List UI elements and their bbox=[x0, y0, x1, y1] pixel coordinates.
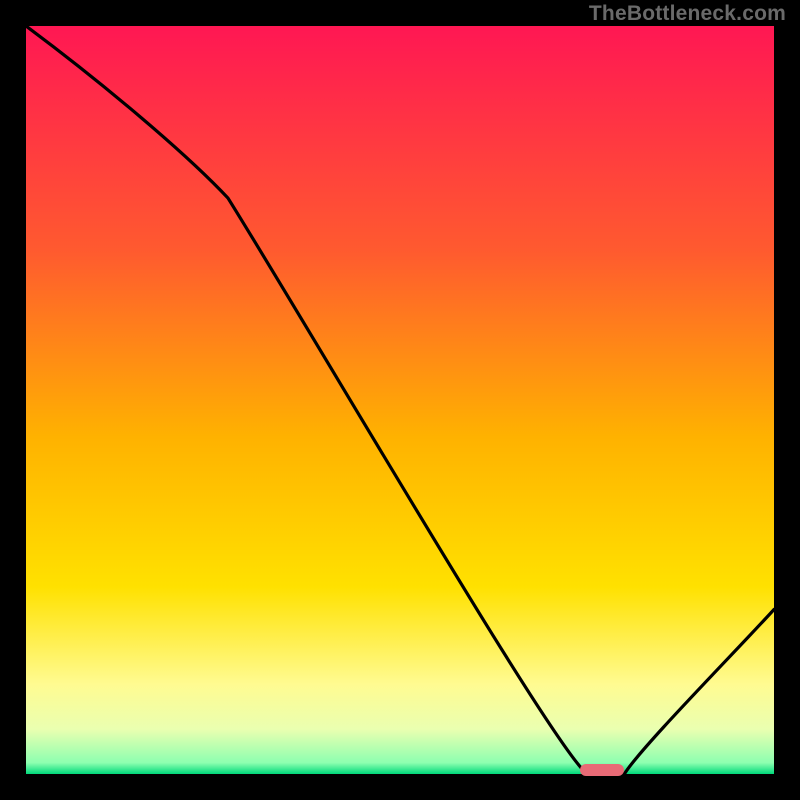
chart-container: TheBottleneck.com bbox=[0, 0, 800, 800]
chart-svg bbox=[26, 26, 774, 774]
watermark-text: TheBottleneck.com bbox=[589, 2, 786, 26]
plot-area bbox=[26, 26, 774, 774]
gradient-background bbox=[26, 26, 774, 774]
minimum-marker bbox=[580, 764, 625, 776]
